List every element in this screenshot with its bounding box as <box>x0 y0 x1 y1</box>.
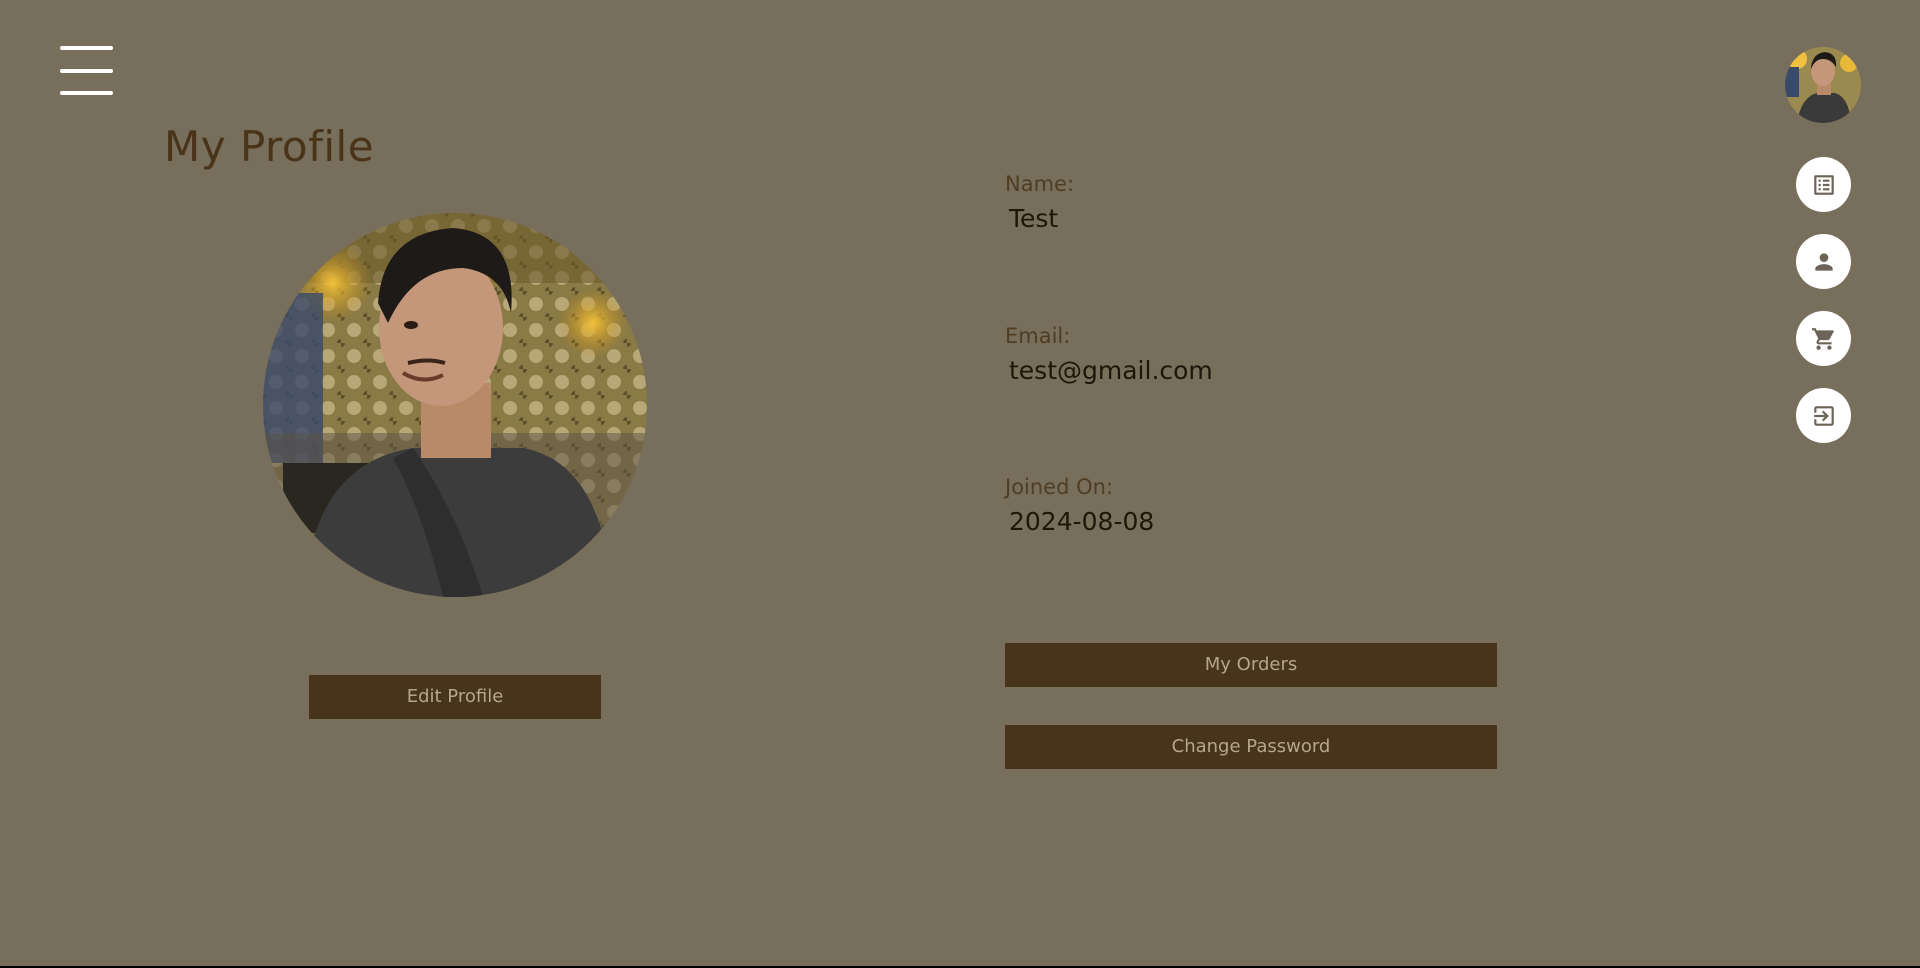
person-icon <box>1814 252 1833 271</box>
change-password-button[interactable]: Change Password <box>1005 725 1497 769</box>
my-orders-button[interactable]: My Orders <box>1005 643 1497 687</box>
logout-speed-dial-button[interactable] <box>1796 388 1851 443</box>
name-label: Name: <box>1005 172 1075 196</box>
cart-icon <box>1811 327 1834 350</box>
joined-on-value: 2024-08-08 <box>1009 507 1155 536</box>
joined-on-label: Joined On: <box>1005 475 1114 499</box>
menu-bar <box>60 46 113 50</box>
hamburger-menu-icon[interactable] <box>60 45 113 97</box>
logout-icon <box>1813 405 1834 426</box>
page-title: My Profile <box>164 122 375 171</box>
edit-profile-button[interactable]: Edit Profile <box>309 675 601 719</box>
profile-photo <box>263 213 647 597</box>
orders-speed-dial-button[interactable] <box>1796 157 1851 212</box>
user-avatar[interactable] <box>1785 47 1861 123</box>
email-value: test@gmail.com <box>1009 356 1213 385</box>
menu-bar <box>60 91 113 95</box>
name-value: Test <box>1009 204 1059 233</box>
email-label: Email: <box>1005 324 1071 348</box>
cart-speed-dial-button[interactable] <box>1796 311 1851 366</box>
profile-speed-dial-button[interactable] <box>1796 234 1851 289</box>
list-icon <box>1813 174 1834 195</box>
menu-bar <box>60 69 113 73</box>
profile-page: My Profile Edit Profile Name: Test Email… <box>0 0 1920 966</box>
